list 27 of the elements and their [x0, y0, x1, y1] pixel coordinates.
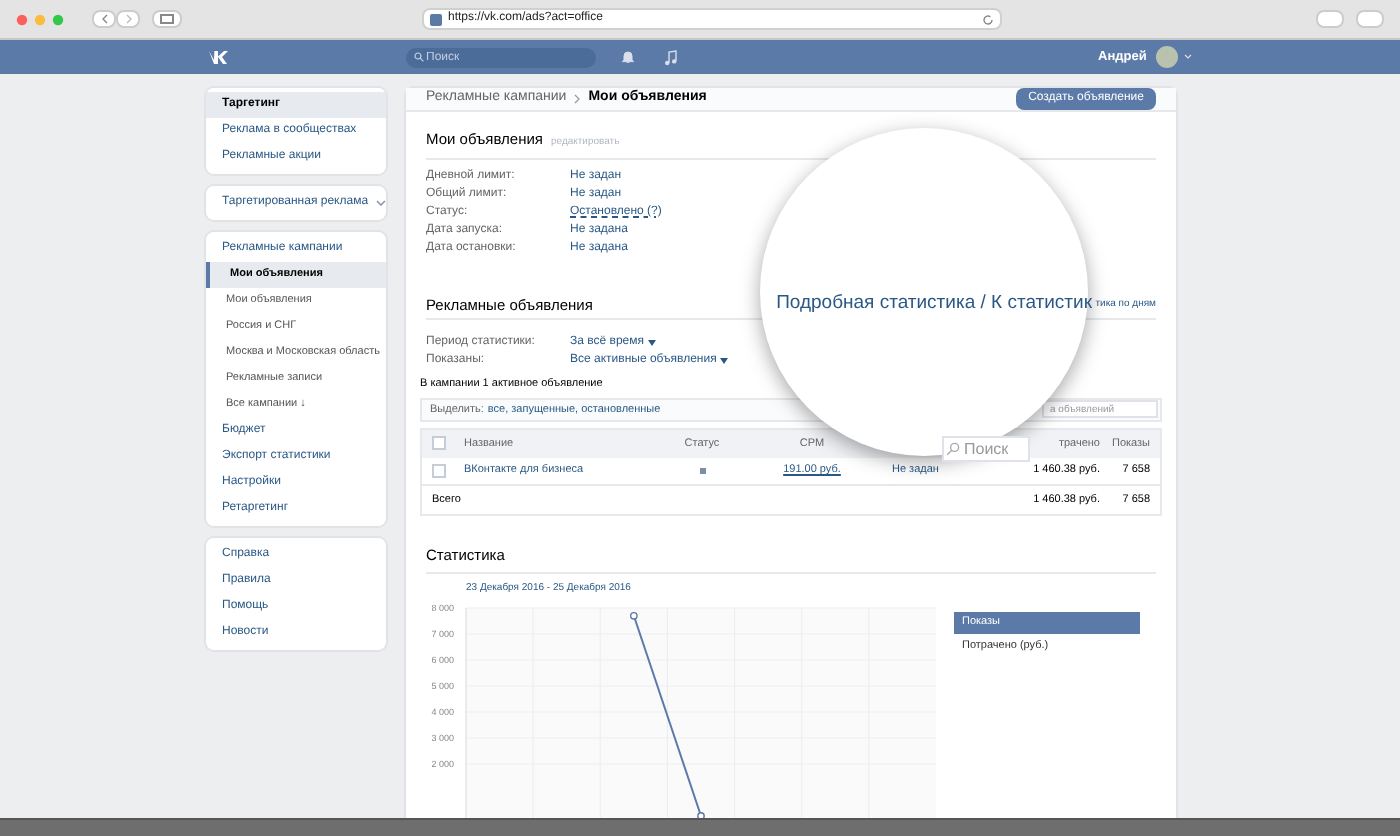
data-point	[629, 610, 638, 619]
caret-icon	[720, 357, 729, 363]
reload-icon[interactable]	[982, 13, 994, 25]
chevron-left-icon	[101, 14, 107, 24]
music-icon[interactable]	[664, 49, 678, 65]
caret-icon[interactable]	[1184, 54, 1193, 60]
caret-icon	[376, 200, 386, 206]
caret-icon	[648, 339, 656, 345]
chevron-right-icon	[574, 94, 581, 104]
search-icon	[414, 52, 424, 62]
checkbox[interactable]	[432, 436, 446, 451]
forward-button[interactable]	[116, 10, 140, 28]
sidebar-toggle-button[interactable]	[152, 10, 182, 28]
checkbox[interactable]	[432, 463, 446, 478]
site-favicon-icon	[430, 13, 442, 25]
magnified-search-field[interactable]: Поиск	[942, 436, 1030, 462]
data-point	[697, 811, 705, 819]
window-controls-icon[interactable]	[16, 13, 64, 25]
sidebar-icon	[160, 14, 174, 24]
chevron-right-icon	[125, 14, 131, 24]
search-icon	[946, 442, 960, 456]
bell-icon[interactable]	[622, 50, 634, 64]
stats-link-magnified[interactable]: Подробная статистика / К статистик	[776, 289, 1092, 319]
back-button[interactable]	[92, 10, 116, 28]
share-button[interactable]	[1316, 10, 1344, 28]
avatar[interactable]	[1156, 46, 1179, 68]
tabs-button[interactable]	[1356, 10, 1384, 28]
